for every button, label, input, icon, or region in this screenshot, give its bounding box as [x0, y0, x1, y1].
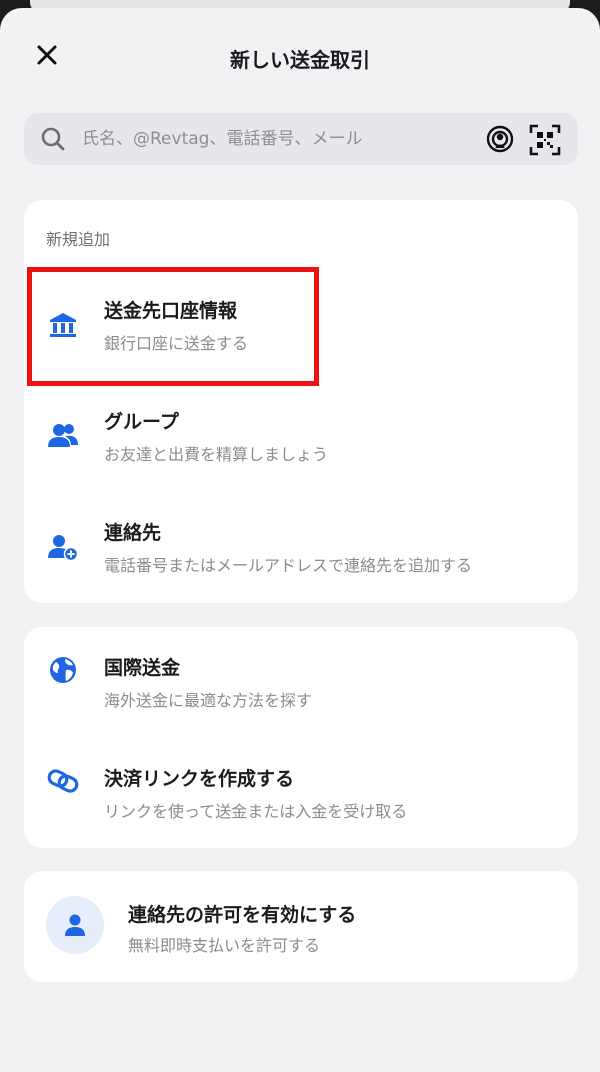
- item-title: 決済リンクを作成する: [104, 768, 295, 790]
- add-contact-icon: [46, 530, 80, 564]
- bank-account-item[interactable]: 送金先口座情報 銀行口座に送金する: [24, 282, 578, 378]
- search-input[interactable]: [82, 113, 472, 165]
- page-title: 新しい送金取引: [230, 48, 370, 72]
- item-title: 国際送金: [104, 657, 181, 679]
- search-bar: [24, 113, 578, 165]
- item-subtitle: 海外送金に最適な方法を探す: [104, 691, 313, 710]
- permission-title: 連絡先の許可を有効にする: [128, 904, 357, 926]
- nearby-pay-icon[interactable]: [485, 124, 515, 154]
- link-icon: [46, 764, 80, 798]
- item-title: グループ: [104, 411, 179, 433]
- item-subtitle: 銀行口座に送金する: [104, 334, 249, 353]
- bank-icon: [46, 308, 80, 342]
- item-subtitle: リンクを使って送金または入金を受け取る: [104, 802, 408, 821]
- new-recipient-card: 新規追加 送金先口座情報 銀行口座に送金する グループ お友達と出費を精算しまし…: [24, 200, 578, 603]
- item-subtitle: お友達と出費を精算しましょう: [104, 445, 329, 464]
- permission-subtitle: 無料即時支払いを許可する: [128, 936, 321, 955]
- item-title: 送金先口座情報: [104, 300, 238, 322]
- transfer-options-card: 国際送金 海外送金に最適な方法を探す 決済リンクを作成する リンクを使って送金ま…: [24, 627, 578, 848]
- contact-item[interactable]: 連絡先 電話番号またはメールアドレスで連絡先を追加する: [24, 504, 578, 600]
- group-item[interactable]: グループ お友達と出費を精算しましょう: [24, 393, 578, 489]
- group-icon: [46, 419, 80, 453]
- payment-link-item[interactable]: 決済リンクを作成する リンクを使って送金または入金を受け取る: [24, 752, 578, 848]
- contact-permission-card[interactable]: 連絡先の許可を有効にする 無料即時支払いを許可する: [24, 871, 578, 982]
- person-icon: [65, 914, 85, 936]
- globe-icon: [46, 653, 80, 687]
- item-subtitle: 電話番号またはメールアドレスで連絡先を追加する: [104, 556, 473, 575]
- section-label: 新規追加: [46, 230, 111, 249]
- search-icon: [41, 127, 65, 151]
- header: 新しい送金取引: [0, 30, 600, 86]
- qr-scan-icon[interactable]: [529, 124, 561, 156]
- page: 新しい送金取引 新規追加: [0, 0, 600, 1072]
- avatar: [46, 896, 104, 954]
- international-transfer-item[interactable]: 国際送金 海外送金に最適な方法を探す: [24, 641, 578, 737]
- item-title: 連絡先: [104, 522, 162, 544]
